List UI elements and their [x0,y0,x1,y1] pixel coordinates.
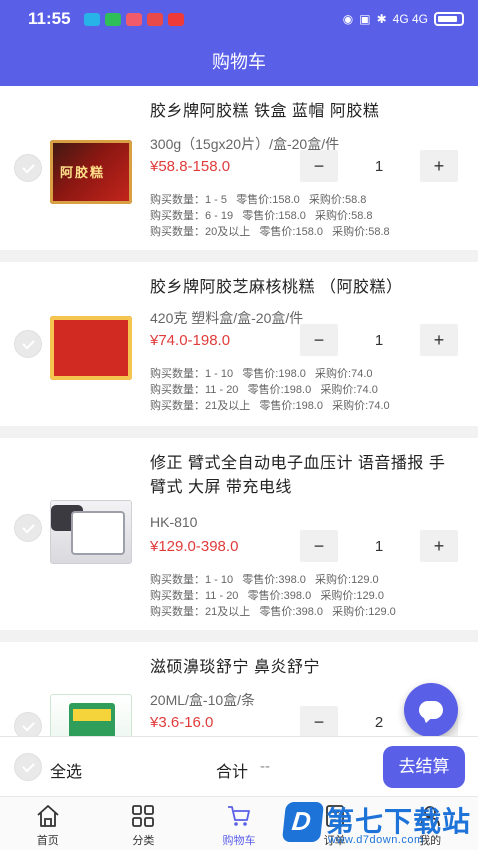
decrease-button[interactable]: − [300,530,338,562]
item-checkbox[interactable] [14,330,42,358]
decrease-button[interactable]: − [300,150,338,182]
cart-item: 修正 臂式全自动电子血压计 语音播报 手臂式 大屏 带充电线 HK-810 ¥1… [0,438,478,630]
quantity-stepper: − 1 + [300,324,458,356]
product-spec: 20ML/盒-10盒/条 [150,692,256,708]
app-notification-icon [146,12,163,26]
app-header: 11:55 ◉ ▣ ✱ 4G 4G 购物车 [0,0,478,86]
product-name[interactable]: 滋硕濞琰舒宁 鼻炎舒宁 [150,656,458,680]
price-tiers: 购买数量：1 - 5 零售价:158.0 采购价:58.8 购买数量：6 - 1… [150,194,390,238]
price-tiers: 购买数量：1 - 10 零售价:398.0 采购价:129.0 购买数量：11 … [150,574,396,618]
checkout-button[interactable]: 去结算 [383,746,465,788]
message-notification-icon [83,12,100,26]
tab-cart[interactable]: 购物车 [191,797,287,850]
select-all-label[interactable]: 全选 [50,758,82,782]
nfc-icon: ▣ [359,12,371,26]
product-image-display [71,511,125,555]
watermark-badge-letter: D [290,806,313,836]
cart-item: 阿胶糕 胶乡牌阿胶糕 铁盒 蓝帽 阿胶糕 300g（15gx20片）/盒-20盒… [0,86,478,250]
product-spec: 420克 塑料盒/盒-20盒/件 [150,310,304,326]
quantity-stepper: − 1 + [300,150,458,182]
decrease-button[interactable]: − [300,324,338,356]
product-spec: HK-810 [150,514,198,530]
product-image[interactable]: 阿胶糕 [50,140,132,204]
chat-bubble-icon [419,701,443,719]
increase-button[interactable]: + [420,530,458,562]
page-title: 购物车 [212,52,266,72]
battery-icon [434,12,464,26]
cart-list[interactable]: 阿胶糕 胶乡牌阿胶糕 铁盒 蓝帽 阿胶糕 300g（15gx20片）/盒-20盒… [0,86,478,736]
wechat-notification-icon [104,12,121,26]
cart-item: 胶乡牌阿胶芝麻核桃糕 （阿胶糕） 420克 塑料盒/盒-20盒/件 ¥74.0-… [0,262,478,426]
product-image-label: 阿胶糕 [60,165,106,180]
status-bar: 11:55 ◉ ▣ ✱ 4G 4G [0,0,478,38]
category-icon [132,805,155,827]
quantity-stepper: − 1 + [300,530,458,562]
home-icon [37,805,59,827]
product-price: ¥74.0-198.0 [150,332,231,349]
product-name[interactable]: 胶乡牌阿胶芝麻核桃糕 （阿胶糕） [150,276,458,300]
cart-icon [227,806,250,826]
product-name[interactable]: 胶乡牌阿胶糕 铁盒 蓝帽 阿胶糕 [150,100,458,124]
item-checkbox[interactable] [14,712,42,736]
total-value: -- [260,758,270,775]
customer-service-button[interactable] [404,683,458,737]
watermark-logo: D [281,802,325,842]
app-notification-icon [125,12,142,26]
product-price: ¥129.0-398.0 [150,538,239,555]
eye-icon: ◉ [342,12,354,26]
tab-label: 分类 [132,835,155,847]
tab-category[interactable]: 分类 [96,797,192,850]
quantity-value[interactable]: 1 [338,158,420,175]
increase-button[interactable]: + [420,150,458,182]
product-price: ¥58.8-158.0 [150,158,231,175]
increase-button[interactable]: + [420,324,458,356]
item-checkbox[interactable] [14,514,42,542]
select-all-checkbox[interactable] [14,753,42,781]
tab-home[interactable]: 首页 [0,797,96,850]
product-name[interactable]: 修正 臂式全自动电子血压计 语音播报 手臂式 大屏 带充电线 [150,452,458,500]
tab-label: 购物车 [222,835,256,847]
checkout-bar: 全选 合计 -- 去结算 [0,736,478,796]
app-notification-icon [167,12,184,26]
watermark-url: www.d7down.com [328,834,424,846]
product-image[interactable] [50,694,132,736]
tab-label: 首页 [36,835,59,847]
cart-screen: 11:55 ◉ ▣ ✱ 4G 4G 购物车 阿胶糕 胶乡牌阿胶糕 铁盒 蓝帽 阿… [0,0,478,850]
product-price: ¥3.6-16.0 [150,714,214,731]
status-indicators: ◉ ▣ ✱ 4G 4G [343,12,464,26]
status-time: 11:55 [28,9,71,28]
total-label: 合计 [216,764,249,781]
quantity-value[interactable]: 1 [338,332,420,349]
item-checkbox[interactable] [14,154,42,182]
product-image[interactable] [50,500,132,564]
product-image[interactable] [50,316,132,380]
price-tiers: 购买数量：1 - 10 零售价:198.0 采购价:74.0 购买数量：11 -… [150,368,390,412]
decrease-button[interactable]: − [300,706,338,736]
site-watermark: D 第七下载站 www.d7down.com [281,798,478,850]
bluetooth-icon: ✱ [376,12,387,26]
network-indicator: 4G 4G [392,12,428,26]
quantity-value[interactable]: 1 [338,538,420,555]
